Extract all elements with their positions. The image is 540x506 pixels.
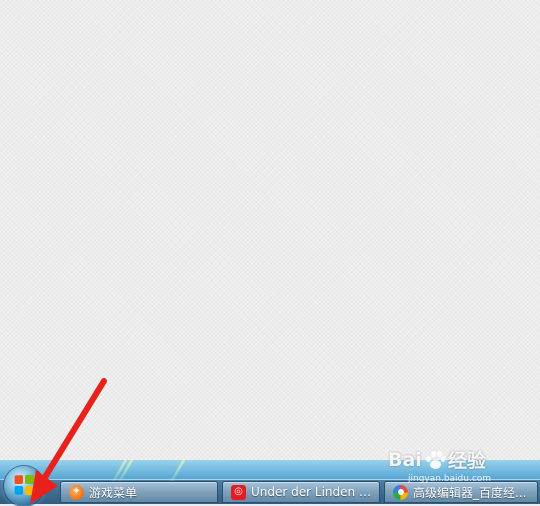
netease-music-icon: ◎ (231, 484, 246, 500)
windows-logo-icon (14, 474, 35, 496)
taskbar-item-music[interactable]: ◎ Under der Linden -... (222, 481, 380, 503)
taskbar-item-baidu-editor[interactable]: 高级编辑器_百度经... (384, 481, 538, 503)
start-button[interactable] (4, 466, 44, 506)
baidu-browser-icon (393, 484, 408, 500)
taskbar-item-label: Under der Linden -... (251, 485, 373, 499)
desktop-background (0, 0, 540, 460)
game-menu-icon: ✦ (69, 484, 84, 500)
taskbar-item-label: 高级编辑器_百度经... (413, 485, 527, 500)
taskbar-item-label: 游戏菜单 (89, 485, 138, 500)
taskbar-item-game-menu[interactable]: ✦ 游戏菜单 (60, 481, 218, 503)
